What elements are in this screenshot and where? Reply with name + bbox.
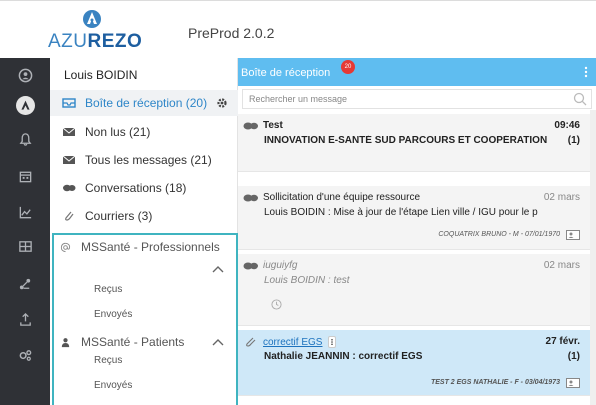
grid-icon [18, 240, 32, 252]
message-date: 27 févr. [545, 336, 580, 347]
logo-mark-icon [83, 10, 101, 28]
share-icon [19, 278, 30, 289]
folder-all-messages[interactable]: Tous les messages (21) [50, 147, 238, 173]
message-subject: Louis BOIDIN : Mise à jour de l'étape Li… [264, 207, 538, 218]
upload-icon [19, 312, 31, 326]
scrollbar[interactable] [590, 110, 596, 405]
message-subject: Louis BOIDIN : test [264, 275, 350, 286]
patient-info: TEST 2 EGS NATHALIE - F - 03/04/1973 [430, 379, 560, 386]
rail-settings-icon[interactable] [0, 340, 50, 370]
message-list-title: Boîte de réception [241, 67, 331, 79]
message-item[interactable]: iuguiyfg 02 mars Louis BOIDIN : test [238, 254, 590, 326]
folder-unread[interactable]: Non lus (21) [50, 119, 238, 145]
bell-icon [19, 132, 31, 146]
conversation-icon [243, 194, 258, 201]
patient-info: COQUATRIX BRUNO - M - 07/01/1970 [438, 231, 560, 238]
rail-upload-icon[interactable] [0, 304, 50, 334]
mssante-patients-received[interactable]: Reçus [94, 355, 122, 366]
message-date: 09:46 [554, 120, 580, 131]
rail-chart-icon[interactable] [0, 197, 50, 227]
envelope-icon [62, 126, 76, 138]
message-sender: iuguiyfg [263, 260, 298, 271]
message-date: 02 mars [543, 192, 580, 203]
mssante-pro-header[interactable]: MSSanté - Professionnels [54, 237, 236, 257]
mssante-section: MSSanté - Professionnels Reçus Envoyés M… [52, 233, 238, 405]
message-subject: INNOVATION E-SANTÉ SUD PARCOURS ET COOPÉ… [264, 135, 549, 146]
environment-label: PreProd 2.0.2 [188, 25, 275, 41]
app-header: AZUREZO PreProd 2.0.2 [0, 0, 596, 58]
message-sender: Sollicitation d'une équipe ressource [263, 192, 421, 203]
folder-label: Non lus (21) [85, 125, 151, 139]
search-box [242, 89, 592, 109]
paperclip-icon [246, 337, 256, 347]
rail-calendar-icon[interactable] [0, 161, 50, 191]
paperclip-icon [62, 210, 76, 222]
message-list-panel: Boîte de réception 20 Test 09:46 INNOVAT… [238, 58, 596, 405]
azurezo-logo[interactable]: AZUREZO [48, 9, 142, 53]
kebab-menu-icon[interactable] [328, 336, 337, 348]
message-sender-link[interactable]: correctif EGS [263, 337, 322, 348]
conversation-icon [243, 262, 258, 269]
conversation-icon [243, 122, 258, 129]
envelope-icon [62, 154, 76, 166]
message-item[interactable]: Test 09:46 INNOVATION E-SANTÉ SUD PARCOU… [238, 114, 590, 172]
azurezo-icon [20, 100, 30, 110]
chevron-up-icon[interactable] [212, 265, 224, 273]
message-item-selected[interactable]: correctif EGS 27 févr. Nathalie JEANNIN … [238, 330, 590, 396]
person-icon [60, 337, 74, 348]
mssante-pro-sent[interactable]: Envoyés [94, 309, 132, 320]
clock-icon [271, 299, 282, 310]
at-icon [60, 242, 74, 253]
message-count: (1) [567, 351, 580, 362]
search-input[interactable] [243, 90, 563, 108]
folder-mail[interactable]: Courriers (3) [50, 203, 238, 229]
message-count: (1) [567, 135, 580, 146]
settings-icon [19, 349, 31, 361]
unread-badge: 20 [341, 60, 355, 74]
patient-card-icon[interactable] [566, 378, 580, 388]
user-icon [18, 68, 32, 82]
folder-label: Boîte de réception (20) [85, 96, 208, 110]
folder-conversations[interactable]: Conversations (18) [50, 175, 238, 201]
mssante-pro-title: MSSanté - Professionnels [81, 240, 220, 254]
rail-user-icon[interactable] [0, 60, 50, 90]
mssante-patients-header[interactable]: MSSanté - Patients [54, 332, 236, 352]
patient-card-icon[interactable] [566, 230, 580, 240]
gear-icon[interactable] [216, 97, 228, 109]
logo-text: AZUREZO [48, 31, 143, 52]
mssante-patients-sent[interactable]: Envoyés [94, 380, 132, 391]
calendar-icon [19, 171, 31, 182]
mssante-pro-received[interactable]: Reçus [94, 284, 122, 295]
message-sender: Test [263, 120, 283, 131]
folder-label: Conversations (18) [85, 181, 187, 195]
message-list-header: Boîte de réception 20 [238, 58, 596, 86]
rail-grid-icon[interactable] [0, 231, 50, 261]
chart-icon [19, 206, 31, 218]
chevron-up-icon[interactable] [212, 338, 224, 346]
conversation-icon [62, 182, 76, 194]
rail-bell-icon[interactable] [0, 124, 50, 154]
inbox-icon [62, 97, 76, 109]
message-item[interactable]: Sollicitation d'une équipe ressource 02 … [238, 186, 590, 250]
message-date: 02 mars [543, 260, 580, 271]
rail-share-icon[interactable] [0, 269, 50, 299]
message-subject: Nathalie JEANNIN : correctif EGS [264, 351, 423, 362]
kebab-menu-icon[interactable] [584, 66, 588, 78]
folder-label: Tous les messages (21) [85, 153, 212, 167]
user-name: Louis BOIDIN [64, 68, 138, 82]
folder-panel: Louis BOIDIN Boîte de réception (20) Non… [50, 58, 238, 405]
folder-label: Courriers (3) [85, 209, 153, 223]
icon-rail [0, 58, 50, 405]
folder-inbox[interactable]: Boîte de réception (20) [50, 90, 238, 116]
mssante-patients-title: MSSanté - Patients [81, 335, 185, 349]
search-icon[interactable] [573, 92, 587, 106]
rail-azurezo-icon[interactable] [0, 90, 50, 120]
